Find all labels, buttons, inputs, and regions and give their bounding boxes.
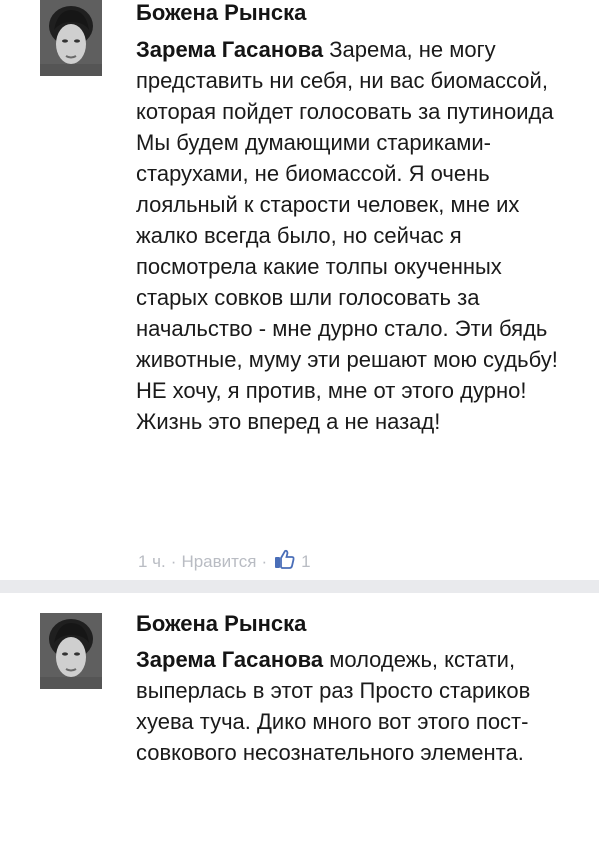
avatar[interactable]: [40, 613, 102, 689]
avatar[interactable]: [40, 0, 102, 76]
mention-link[interactable]: Зарема Гасанова: [136, 37, 323, 62]
comment-time[interactable]: 1 ч.: [138, 552, 166, 572]
comment-card: Божена Рынска Зарема Гасанова молодежь, …: [0, 593, 599, 853]
like-button[interactable]: Нравится: [181, 552, 256, 572]
comment-card: Божена Рынска Зарема Гасанова Зарема, не…: [0, 0, 599, 580]
comment-meta: 1 ч. · Нравится · 1: [138, 548, 311, 575]
mention-link[interactable]: Зарема Гасанова: [136, 647, 323, 672]
comment-text: Зарема Гасанова молодежь, кстати, выперл…: [136, 644, 576, 768]
meta-separator: ·: [261, 551, 268, 571]
comment-text: Зарема Гасанова Зарема, не могу представ…: [136, 34, 576, 437]
comment-author[interactable]: Божена Рынска: [136, 0, 306, 26]
comment-body: Зарема, не могу представить ни себя, ни …: [136, 37, 558, 434]
like-count[interactable]: 1: [301, 552, 310, 572]
meta-separator: ·: [170, 551, 177, 571]
thumbs-up-icon[interactable]: [273, 548, 295, 575]
comment-author[interactable]: Божена Рынска: [136, 611, 306, 637]
